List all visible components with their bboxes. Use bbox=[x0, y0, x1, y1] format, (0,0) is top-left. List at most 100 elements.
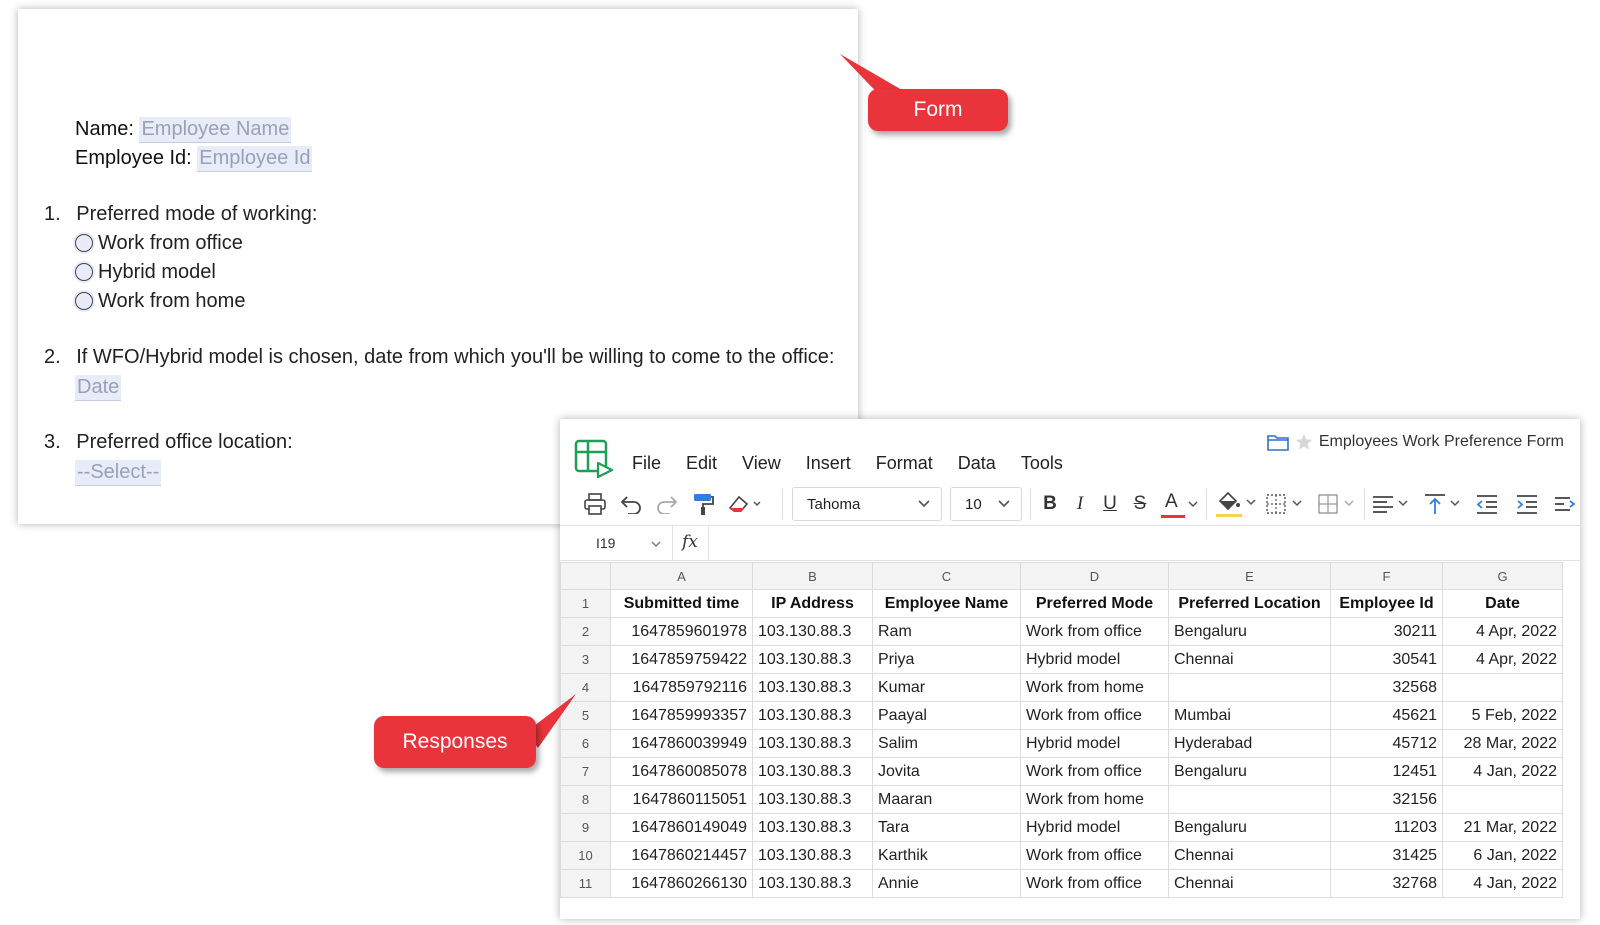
print-icon[interactable] bbox=[580, 487, 610, 521]
italic-icon[interactable]: I bbox=[1068, 487, 1092, 521]
table-cell[interactable]: Bengaluru bbox=[1168, 813, 1331, 842]
table-cell[interactable]: 11203 bbox=[1330, 813, 1443, 842]
fill-color-icon[interactable] bbox=[1212, 487, 1260, 521]
option-work-from-home[interactable]: Work from home bbox=[75, 290, 245, 313]
table-cell[interactable]: 103.130.88.3 bbox=[752, 729, 873, 758]
menu-view[interactable]: View bbox=[742, 453, 781, 474]
column-header-g[interactable]: G bbox=[1442, 562, 1563, 590]
employee-name-field[interactable]: Employee Name bbox=[139, 117, 292, 143]
table-cell[interactable]: 30211 bbox=[1330, 617, 1443, 646]
table-cell[interactable]: Annie bbox=[872, 869, 1021, 898]
table-cell[interactable]: Hybrid model bbox=[1020, 813, 1169, 842]
table-cell[interactable]: Work from office bbox=[1020, 841, 1169, 870]
table-cell[interactable]: Work from office bbox=[1020, 617, 1169, 646]
table-cell[interactable]: 1647860149049 bbox=[610, 813, 753, 842]
row-header[interactable]: 2 bbox=[560, 617, 611, 646]
table-cell[interactable] bbox=[1168, 785, 1331, 814]
row-header[interactable]: 10 bbox=[560, 841, 611, 870]
employee-id-field[interactable]: Employee Id bbox=[197, 146, 313, 172]
table-cell[interactable]: Ram bbox=[872, 617, 1021, 646]
table-cell[interactable]: 1647860266130 bbox=[610, 869, 753, 898]
table-cell[interactable]: Paayal bbox=[872, 701, 1021, 730]
header-cell[interactable]: Employee Id bbox=[1330, 589, 1443, 618]
table-cell[interactable]: 4 Jan, 2022 bbox=[1442, 869, 1563, 898]
table-cell[interactable]: Work from office bbox=[1020, 869, 1169, 898]
merge-cells-icon[interactable] bbox=[1316, 487, 1360, 521]
table-cell[interactable]: 1647859792116 bbox=[610, 673, 753, 702]
table-cell[interactable]: Bengaluru bbox=[1168, 617, 1331, 646]
table-cell[interactable]: 21 Mar, 2022 bbox=[1442, 813, 1563, 842]
table-cell[interactable]: 103.130.88.3 bbox=[752, 673, 873, 702]
table-cell[interactable]: Work from home bbox=[1020, 785, 1169, 814]
row-header[interactable]: 7 bbox=[560, 757, 611, 786]
increase-indent-icon[interactable] bbox=[1512, 487, 1542, 521]
table-cell[interactable]: 103.130.88.3 bbox=[752, 617, 873, 646]
folder-icon[interactable] bbox=[1267, 433, 1289, 451]
table-cell[interactable]: 1647859601978 bbox=[610, 617, 753, 646]
bold-icon[interactable]: B bbox=[1038, 487, 1062, 521]
table-cell[interactable]: Salim bbox=[872, 729, 1021, 758]
table-cell[interactable]: 28 Mar, 2022 bbox=[1442, 729, 1563, 758]
table-cell[interactable]: 1647859993357 bbox=[610, 701, 753, 730]
table-cell[interactable]: Priya bbox=[872, 645, 1021, 674]
borders-icon[interactable] bbox=[1264, 487, 1308, 521]
header-cell[interactable]: Date bbox=[1442, 589, 1563, 618]
table-cell[interactable]: 103.130.88.3 bbox=[752, 813, 873, 842]
table-cell[interactable]: 1647860115051 bbox=[610, 785, 753, 814]
chevron-down-icon[interactable] bbox=[650, 540, 662, 548]
menu-file[interactable]: File bbox=[632, 453, 661, 474]
table-cell[interactable]: 103.130.88.3 bbox=[752, 701, 873, 730]
table-cell[interactable]: Kumar bbox=[872, 673, 1021, 702]
select-all-corner[interactable] bbox=[560, 562, 611, 590]
table-cell[interactable]: 12451 bbox=[1330, 757, 1443, 786]
table-cell[interactable]: Hyderabad bbox=[1168, 729, 1331, 758]
row-header[interactable]: 11 bbox=[560, 869, 611, 898]
table-cell[interactable]: Bengaluru bbox=[1168, 757, 1331, 786]
document-title[interactable]: Employees Work Preference Form bbox=[1319, 433, 1564, 451]
star-icon[interactable] bbox=[1295, 433, 1313, 451]
menu-format[interactable]: Format bbox=[876, 453, 933, 474]
table-cell[interactable]: Karthik bbox=[872, 841, 1021, 870]
location-select[interactable]: --Select-- bbox=[75, 460, 162, 486]
table-cell[interactable]: 30541 bbox=[1330, 645, 1443, 674]
menu-edit[interactable]: Edit bbox=[686, 453, 717, 474]
underline-icon[interactable]: U bbox=[1098, 487, 1122, 521]
wrap-text-icon[interactable] bbox=[1550, 487, 1580, 521]
menu-insert[interactable]: Insert bbox=[806, 453, 851, 474]
table-cell[interactable]: Chennai bbox=[1168, 869, 1331, 898]
table-cell[interactable]: Chennai bbox=[1168, 841, 1331, 870]
table-cell[interactable] bbox=[1442, 673, 1563, 702]
table-cell[interactable]: 4 Jan, 2022 bbox=[1442, 757, 1563, 786]
table-cell[interactable] bbox=[1168, 673, 1331, 702]
paint-format-icon[interactable] bbox=[688, 487, 718, 521]
table-cell[interactable]: Chennai bbox=[1168, 645, 1331, 674]
option-hybrid-model[interactable]: Hybrid model bbox=[75, 261, 216, 284]
table-cell[interactable]: 32568 bbox=[1330, 673, 1443, 702]
radio-icon[interactable] bbox=[75, 292, 93, 310]
column-header-a[interactable]: A bbox=[610, 562, 753, 590]
column-header-f[interactable]: F bbox=[1330, 562, 1443, 590]
align-left-icon[interactable] bbox=[1370, 487, 1414, 521]
option-work-from-office[interactable]: Work from office bbox=[75, 232, 243, 255]
radio-icon[interactable] bbox=[75, 263, 93, 281]
row-header[interactable]: 3 bbox=[560, 645, 611, 674]
header-cell[interactable]: IP Address bbox=[752, 589, 873, 618]
row-header[interactable]: 9 bbox=[560, 813, 611, 842]
column-header-c[interactable]: C bbox=[872, 562, 1021, 590]
table-cell[interactable]: Mumbai bbox=[1168, 701, 1331, 730]
table-cell[interactable]: Jovita bbox=[872, 757, 1021, 786]
table-cell[interactable]: Work from office bbox=[1020, 757, 1169, 786]
table-cell[interactable]: 1647859759422 bbox=[610, 645, 753, 674]
table-cell[interactable]: 103.130.88.3 bbox=[752, 757, 873, 786]
vertical-align-icon[interactable] bbox=[1422, 487, 1466, 521]
header-cell[interactable]: Employee Name bbox=[872, 589, 1021, 618]
header-cell[interactable]: Preferred Mode bbox=[1020, 589, 1169, 618]
row-header[interactable]: 8 bbox=[560, 785, 611, 814]
strikethrough-icon[interactable]: S bbox=[1128, 487, 1152, 521]
column-header-d[interactable]: D bbox=[1020, 562, 1169, 590]
table-cell[interactable]: 31425 bbox=[1330, 841, 1443, 870]
name-box[interactable]: I19 bbox=[596, 535, 615, 551]
menu-data[interactable]: Data bbox=[958, 453, 996, 474]
header-cell[interactable]: Submitted time bbox=[610, 589, 753, 618]
table-cell[interactable]: 103.130.88.3 bbox=[752, 869, 873, 898]
